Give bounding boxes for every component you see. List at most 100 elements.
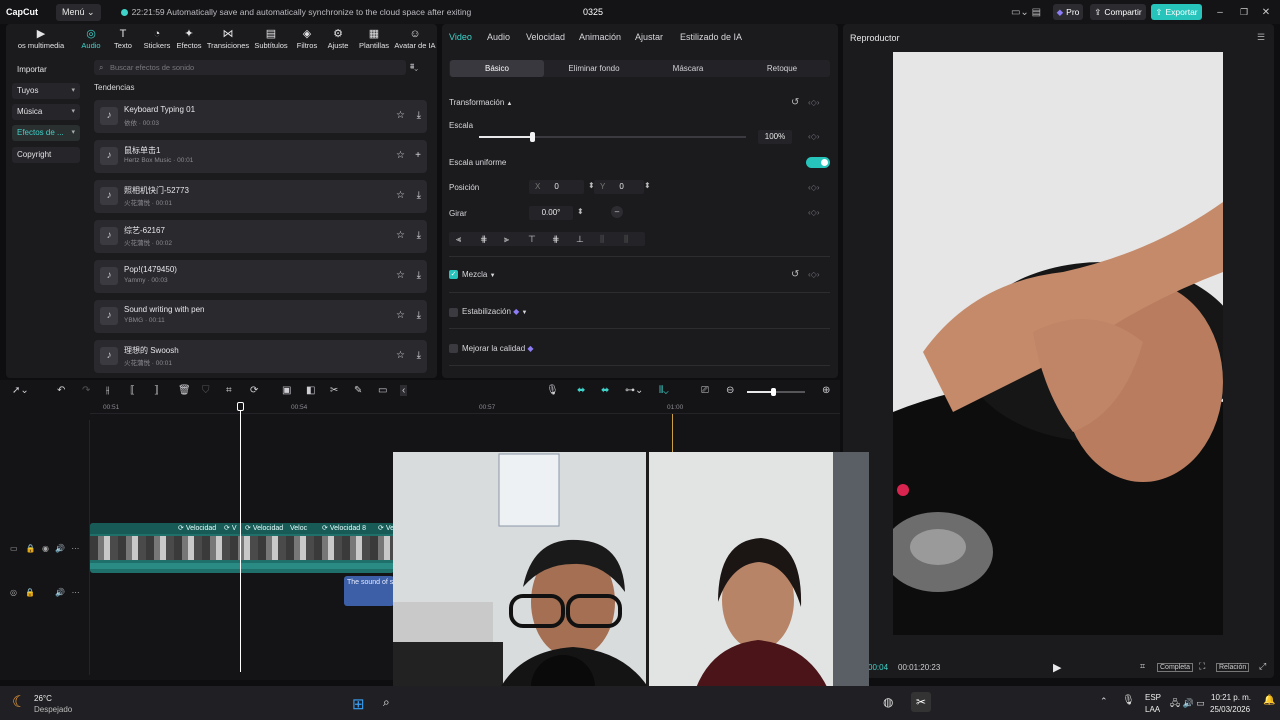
sidebar-item-yours[interactable]: Tuyos ▾	[12, 83, 80, 99]
star-icon[interactable]: ☆	[396, 350, 405, 361]
notification-icon[interactable]: 🔔	[1263, 695, 1275, 706]
tab-speed[interactable]: Velocidad	[526, 32, 565, 42]
stepper-icon[interactable]: ⬍	[644, 181, 651, 190]
subtab-remove-bg[interactable]: Eliminar fondo	[547, 60, 641, 77]
search-input[interactable]: ⌕ Buscar efectos de sonido	[94, 60, 406, 75]
split-right-icon[interactable]: ⟧	[154, 385, 159, 396]
subtab-retouch[interactable]: Retoque	[735, 60, 829, 77]
position-x-input[interactable]: X0	[529, 180, 584, 194]
sidebar-item-import[interactable]: Importar	[12, 62, 80, 78]
maximize-icon[interactable]: ❐	[1238, 4, 1250, 20]
blend-checkbox[interactable]: ✓	[449, 270, 458, 279]
temperature[interactable]: 26°C	[34, 694, 52, 703]
auto-cut-icon[interactable]: ✂	[330, 385, 338, 396]
playhead-handle[interactable]	[237, 402, 244, 411]
tab-text[interactable]: T Texto	[109, 28, 137, 50]
zoom-out-icon[interactable]: ⊖	[726, 385, 734, 396]
enhance-checkbox[interactable]	[449, 344, 458, 353]
star-icon[interactable]: ☆	[396, 150, 405, 161]
panel-menu-icon[interactable]: ☰	[1257, 32, 1265, 43]
zoom-in-icon[interactable]: ⊕	[822, 385, 830, 396]
stabilize-checkbox[interactable]	[449, 308, 458, 317]
link-icon[interactable]: ⊶⌄	[625, 385, 643, 396]
mark-icon[interactable]: ⛉	[202, 385, 210, 396]
preview-axis-icon[interactable]: ⫴⌄	[659, 385, 669, 396]
track-cover-icon[interactable]: ▭	[10, 544, 18, 553]
mic-tray-icon[interactable]: 🎙	[1122, 695, 1135, 706]
tab-templates[interactable]: ▦ Plantillas	[356, 28, 392, 50]
project-title[interactable]: 0325	[560, 7, 626, 17]
keyboard-layout[interactable]: LAA	[1145, 705, 1160, 714]
list-item[interactable]: ♪ Sound writing with pen YBMG · 00:11 ☆ …	[94, 300, 427, 333]
scale-value[interactable]: 100%	[758, 130, 792, 144]
auto-snap-icon[interactable]: ⬌	[601, 385, 609, 396]
add-icon[interactable]: +	[415, 150, 421, 161]
rotate-dial-icon[interactable]: –	[611, 206, 623, 218]
align-center-v-icon[interactable]: ⋕	[552, 232, 560, 246]
keyframe-icon[interactable]: ‹◇›	[808, 98, 819, 107]
distribute-v-icon[interactable]: ⫼	[624, 232, 628, 246]
tab-stickers[interactable]: ◔ Stickers	[141, 28, 173, 50]
caption-icon[interactable]: ▭	[378, 385, 387, 396]
menu-button[interactable]: Menú ⌄	[56, 3, 101, 21]
download-icon[interactable]: ⤓	[417, 350, 421, 361]
video-preview[interactable]	[893, 52, 1223, 635]
eye-icon[interactable]: ◉	[42, 544, 49, 553]
freeze-icon[interactable]: ▣	[282, 385, 291, 396]
tab-subtitles[interactable]: ▤ Subtítulos	[252, 28, 290, 50]
tab-video[interactable]: Video	[449, 32, 472, 42]
network-icon[interactable]: 🖧 🔊 ▭	[1170, 696, 1205, 712]
keyframe-icon[interactable]: ‹◇›	[808, 183, 819, 192]
close-icon[interactable]: ✕	[1260, 4, 1272, 20]
download-icon[interactable]: ⤓	[417, 230, 421, 241]
minimize-icon[interactable]: –	[1214, 4, 1226, 20]
star-icon[interactable]: ☆	[396, 230, 405, 241]
split-icon[interactable]: ⫲	[106, 385, 109, 396]
magic-icon[interactable]: ✎	[354, 385, 362, 396]
time-ruler[interactable]	[90, 402, 840, 414]
download-icon[interactable]: ⤓	[417, 310, 421, 321]
tab-filters[interactable]: ◈ Filtros	[294, 28, 320, 50]
tab-audio[interactable]: ◎ Audio	[76, 28, 106, 50]
tab-adjust[interactable]: ⚙ Ajuste	[324, 28, 352, 50]
export-button[interactable]: ⇧ Exportar	[1151, 4, 1202, 20]
rotate-input[interactable]: 0.00°	[529, 206, 573, 220]
more-icon[interactable]: ⋯	[72, 588, 80, 597]
start-icon[interactable]: ⊞	[352, 695, 365, 713]
star-icon[interactable]: ☆	[396, 190, 405, 201]
subtab-mask[interactable]: Máscara	[641, 60, 735, 77]
sidebar-item-music[interactable]: Música ▾	[12, 104, 80, 120]
aspect-ratio-button[interactable]: Relación	[1216, 663, 1250, 672]
align-center-h-icon[interactable]: ⋕	[480, 232, 488, 246]
sidebar-item-copyright[interactable]: Copyright	[12, 147, 80, 163]
redo-icon[interactable]: ↷	[82, 385, 90, 396]
play-icon[interactable]: ▶	[1053, 661, 1061, 674]
tray-chevron-icon[interactable]: ⌃	[1100, 696, 1108, 707]
search-taskbar-icon[interactable]: ⌕	[383, 695, 390, 710]
zoom-fit-icon[interactable]: ⛶	[1199, 661, 1205, 672]
crop-icon[interactable]: ⌗	[1140, 661, 1145, 672]
star-icon[interactable]: ☆	[396, 310, 405, 321]
tab-animation[interactable]: Animación	[579, 32, 621, 42]
filter-sort-icon[interactable]: ⩩⌄	[410, 62, 418, 72]
download-icon[interactable]: ⤓	[417, 270, 421, 281]
microphone-icon[interactable]: 🎙	[546, 385, 559, 396]
tab-ai-avatar[interactable]: ☺ Avatar de IA	[394, 28, 436, 50]
undo-icon[interactable]: ↶	[57, 385, 65, 396]
collapse-icon[interactable]: ‹	[400, 385, 408, 396]
select-tool-icon[interactable]: ➚⌄	[12, 385, 29, 396]
weather-text[interactable]: Despejado	[34, 705, 72, 714]
tab-effects[interactable]: ✦ Efectos	[175, 28, 203, 50]
stabilize-label[interactable]: Estabilización ◆ ▼	[462, 307, 528, 316]
playhead[interactable]	[240, 406, 241, 672]
lock-icon[interactable]: 🔒	[25, 588, 35, 597]
align-right-icon[interactable]: ⫸	[504, 232, 509, 246]
zoom-slider[interactable]	[747, 388, 805, 396]
audio-track-icon[interactable]: ◎	[10, 588, 17, 597]
split-left-icon[interactable]: ⟦	[130, 385, 135, 396]
mirror-icon[interactable]: ◧	[306, 385, 315, 396]
list-item[interactable]: ♪ 鼠标单击1 Hertz Box Music · 00:01 ☆ +	[94, 140, 427, 173]
delete-icon[interactable]: 🗑	[178, 385, 191, 396]
clock-time[interactable]: 10:21 p. m.	[1211, 693, 1251, 702]
scale-slider[interactable]	[479, 132, 746, 142]
